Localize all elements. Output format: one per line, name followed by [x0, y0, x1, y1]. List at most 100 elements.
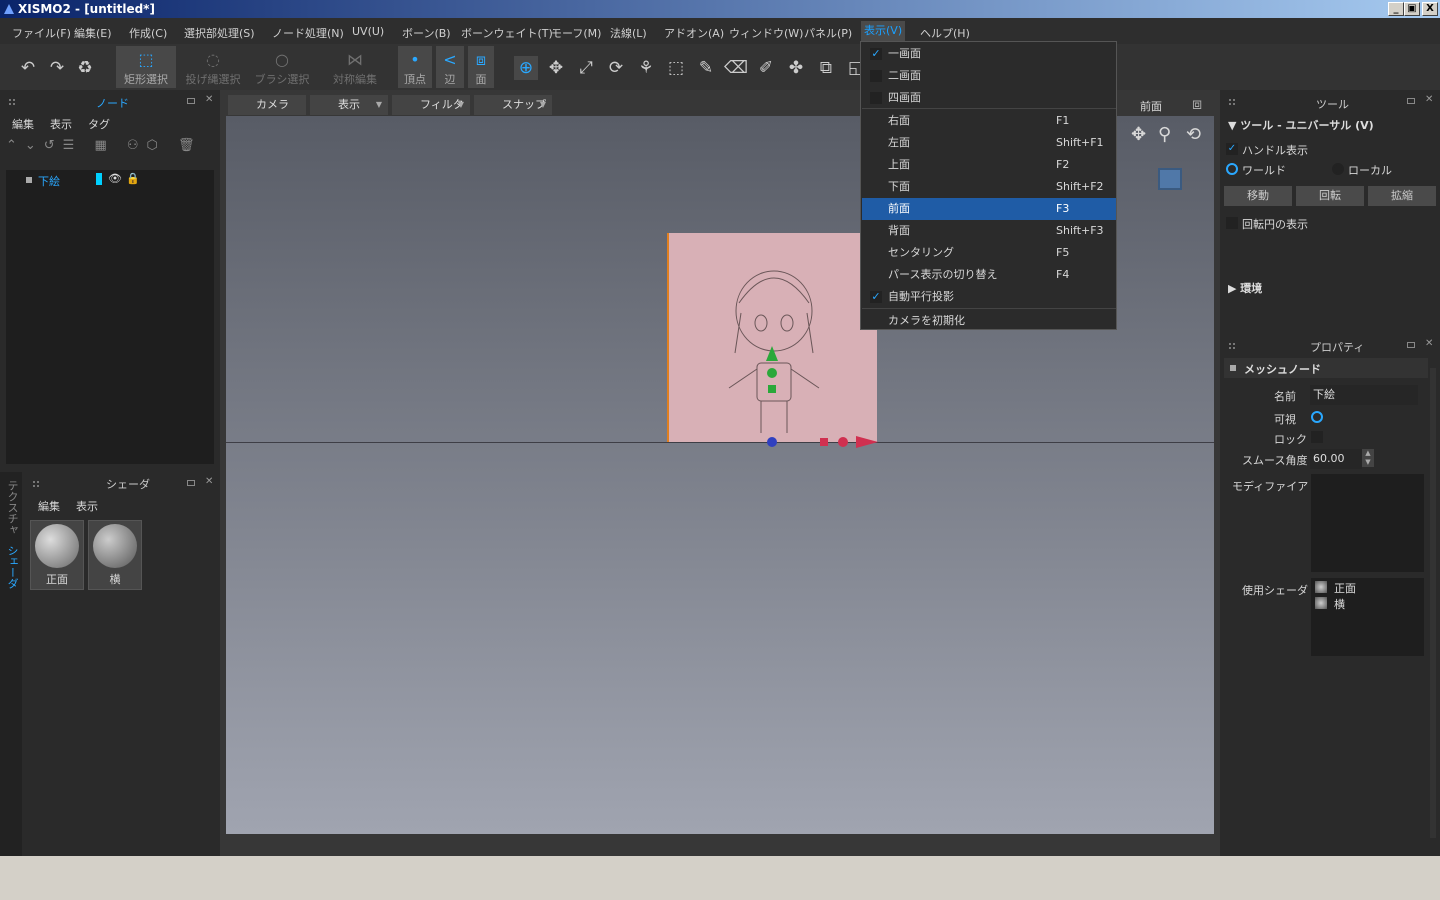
rotate-tool-icon[interactable]: ⟳: [604, 56, 628, 80]
edge-mode-button[interactable]: < 辺: [436, 46, 464, 88]
pivot-tool-icon[interactable]: ⚘: [634, 56, 658, 80]
panel-grip-icon[interactable]: [8, 98, 16, 106]
universal-tool-icon[interactable]: ⊕: [514, 56, 538, 80]
panel-minimize-icon[interactable]: [187, 98, 195, 104]
display-dropdown[interactable]: 表示 ▼: [310, 95, 388, 115]
view-menu-item-1[interactable]: 二画面: [862, 65, 1116, 87]
smooth-angle-field[interactable]: 60.00: [1310, 449, 1362, 469]
face-mode-button[interactable]: ⧈ 面: [468, 46, 494, 88]
view-menu-item-6[interactable]: 下面 Shift+F2: [862, 176, 1116, 198]
move-tool-icon[interactable]: ✥: [544, 56, 568, 80]
panel-grip-icon[interactable]: [1228, 342, 1236, 350]
view-menu-item-4[interactable]: 左面 Shift+F1: [862, 132, 1116, 154]
pan-icon[interactable]: ✥: [1131, 124, 1146, 145]
pen-tool-icon[interactable]: ✎: [694, 56, 718, 80]
view-menu-item-5[interactable]: 上面 F2: [862, 154, 1116, 176]
node-menu-edit[interactable]: 編集: [12, 116, 34, 132]
lasso-select-button[interactable]: ◌ 投げ縄選択: [182, 46, 244, 88]
handle-display-checkbox[interactable]: ✓: [1226, 143, 1238, 155]
view-menu-item-9[interactable]: センタリング F5: [862, 242, 1116, 264]
menu-item-11[interactable]: ウィンドウ(W): [729, 25, 803, 41]
menu-item-6[interactable]: ボーン(B): [402, 25, 451, 41]
symmetric-edit-button[interactable]: ⋈ 対称編集: [326, 46, 384, 88]
redo-icon[interactable]: ↷: [45, 56, 69, 80]
panel-minimize-icon[interactable]: [1407, 342, 1415, 348]
undo-icon[interactable]: ↶: [16, 56, 40, 80]
shader-list-item[interactable]: 横: [1334, 596, 1345, 612]
smooth-angle-stepper[interactable]: ▲ ▼: [1362, 449, 1374, 467]
tool-section-header[interactable]: ▼ ツール - ユニバーサル (V): [1228, 117, 1374, 133]
transform-gizmo[interactable]: [756, 341, 886, 451]
cube-tool-icon[interactable]: ⧉: [814, 56, 838, 80]
eye-icon[interactable]: 👁: [108, 172, 122, 185]
panel-minimize-icon[interactable]: [187, 480, 195, 486]
scrollbar[interactable]: [1430, 368, 1436, 838]
recycle-icon[interactable]: ♻: [73, 56, 97, 80]
view-cube-icon[interactable]: ⧈: [1192, 94, 1202, 114]
tab-shader[interactable]: シェーダ: [4, 545, 20, 589]
snap-dropdown[interactable]: スナップ ▼: [474, 95, 552, 115]
rotation-circle-checkbox[interactable]: [1226, 217, 1238, 229]
maximize-button[interactable]: ▣: [1404, 2, 1420, 16]
tree-node-label[interactable]: 下絵: [38, 173, 60, 189]
menu-item-10[interactable]: アドオン(A): [664, 25, 724, 41]
view-menu-item-8[interactable]: 背面 Shift+F3: [862, 220, 1116, 242]
camera-dropdown[interactable]: カメラ: [228, 95, 306, 115]
menu-item-13[interactable]: 表示(V): [861, 21, 906, 41]
menu-item-0[interactable]: ファイル(F): [12, 25, 71, 41]
orbit-icon[interactable]: ⟲: [1186, 124, 1201, 145]
mesh-node-section[interactable]: メッシュノード: [1224, 358, 1428, 378]
node-menu-tag[interactable]: タグ: [88, 116, 110, 132]
scale-button[interactable]: 拡縮: [1368, 186, 1436, 206]
view-menu-item-11[interactable]: ✓ 自動平行投影: [862, 286, 1116, 308]
environment-section[interactable]: ▶ 環境: [1228, 280, 1262, 296]
view-menu-item-7[interactable]: 前面 F3: [862, 198, 1116, 220]
rotate-button[interactable]: 回転: [1296, 186, 1364, 206]
minimize-button[interactable]: _: [1388, 2, 1404, 16]
move-button[interactable]: 移動: [1224, 186, 1292, 206]
zoom-icon[interactable]: ⚲: [1158, 124, 1171, 145]
visible-toggle[interactable]: [1311, 411, 1323, 423]
close-button[interactable]: X: [1422, 2, 1438, 16]
shader-menu-edit[interactable]: 編集: [38, 498, 60, 514]
menu-item-14[interactable]: ヘルプ(H): [920, 25, 970, 41]
shader-thumb-side[interactable]: 横: [88, 520, 142, 590]
world-radio[interactable]: [1226, 163, 1238, 175]
view-menu-item-2[interactable]: 四画面: [862, 87, 1116, 109]
shader-list-item[interactable]: 正面: [1334, 580, 1356, 596]
local-radio[interactable]: [1332, 163, 1344, 175]
vertex-mode-button[interactable]: • 頂点: [398, 46, 432, 88]
shader-menu-view[interactable]: 表示: [76, 498, 98, 514]
panel-minimize-icon[interactable]: [1407, 98, 1415, 104]
scale-tool-icon[interactable]: ⤢: [574, 56, 598, 80]
view-menu-item-0[interactable]: ✓ 一画面: [862, 43, 1116, 65]
tab-texture[interactable]: テクスチャ: [4, 480, 20, 535]
brush-select-button[interactable]: ○ ブラシ選択: [252, 46, 312, 88]
menu-item-1[interactable]: 編集(E): [74, 25, 112, 41]
menu-item-2[interactable]: 作成(C): [129, 25, 167, 41]
orientation-cube[interactable]: [1158, 168, 1182, 190]
menu-item-4[interactable]: ノード処理(N): [272, 25, 344, 41]
menu-item-3[interactable]: 選択部処理(S): [184, 25, 255, 41]
rect-select-button[interactable]: ⬚ 矩形選択: [116, 46, 176, 88]
modifier-list[interactable]: [1311, 474, 1424, 572]
shader-thumb-front[interactable]: 正面: [30, 520, 84, 590]
panel-close-icon[interactable]: ✕: [1425, 338, 1433, 349]
filter-dropdown[interactable]: フィルタ ▼: [392, 95, 470, 115]
node-tool-strip[interactable]: ⌃⌄↺☰ ▦ ⚇⬡ 🗑: [6, 138, 216, 156]
menu-item-5[interactable]: UV(U): [352, 25, 384, 38]
box-tool-icon[interactable]: ⬚: [664, 56, 688, 80]
knife-tool-icon[interactable]: ✐: [754, 56, 778, 80]
menu-item-7[interactable]: ボーンウェイト(T): [461, 25, 553, 41]
view-menu-item-10[interactable]: パース表示の切り替え F4: [862, 264, 1116, 286]
menu-item-9[interactable]: 法線(L): [610, 25, 647, 41]
lock-icon[interactable]: 🔒: [126, 172, 140, 185]
view-menu-item-12[interactable]: カメラを初期化: [862, 310, 1116, 332]
menu-item-12[interactable]: パネル(P): [804, 25, 852, 41]
lock-checkbox[interactable]: [1311, 431, 1323, 443]
panel-grip-icon[interactable]: [1228, 98, 1236, 106]
node-menu-view[interactable]: 表示: [50, 116, 72, 132]
panel-close-icon[interactable]: ✕: [1425, 94, 1433, 105]
weld-tool-icon[interactable]: ✤: [784, 56, 808, 80]
panel-close-icon[interactable]: ✕: [205, 476, 213, 487]
